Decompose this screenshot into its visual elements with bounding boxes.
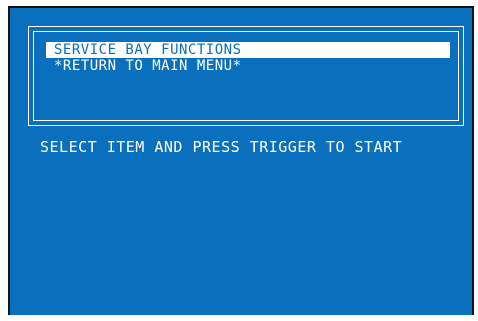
menu-item-service-bay-functions[interactable]: SERVICE BAY FUNCTIONS xyxy=(46,42,450,58)
menu-item-return-to-main-menu[interactable]: *RETURN TO MAIN MENU* xyxy=(54,58,242,74)
instruction-text: SELECT ITEM AND PRESS TRIGGER TO START xyxy=(40,138,403,156)
service-screen: SERVICE BAY FUNCTIONS *RETURN TO MAIN ME… xyxy=(8,6,474,315)
menu-frame xyxy=(28,26,464,126)
